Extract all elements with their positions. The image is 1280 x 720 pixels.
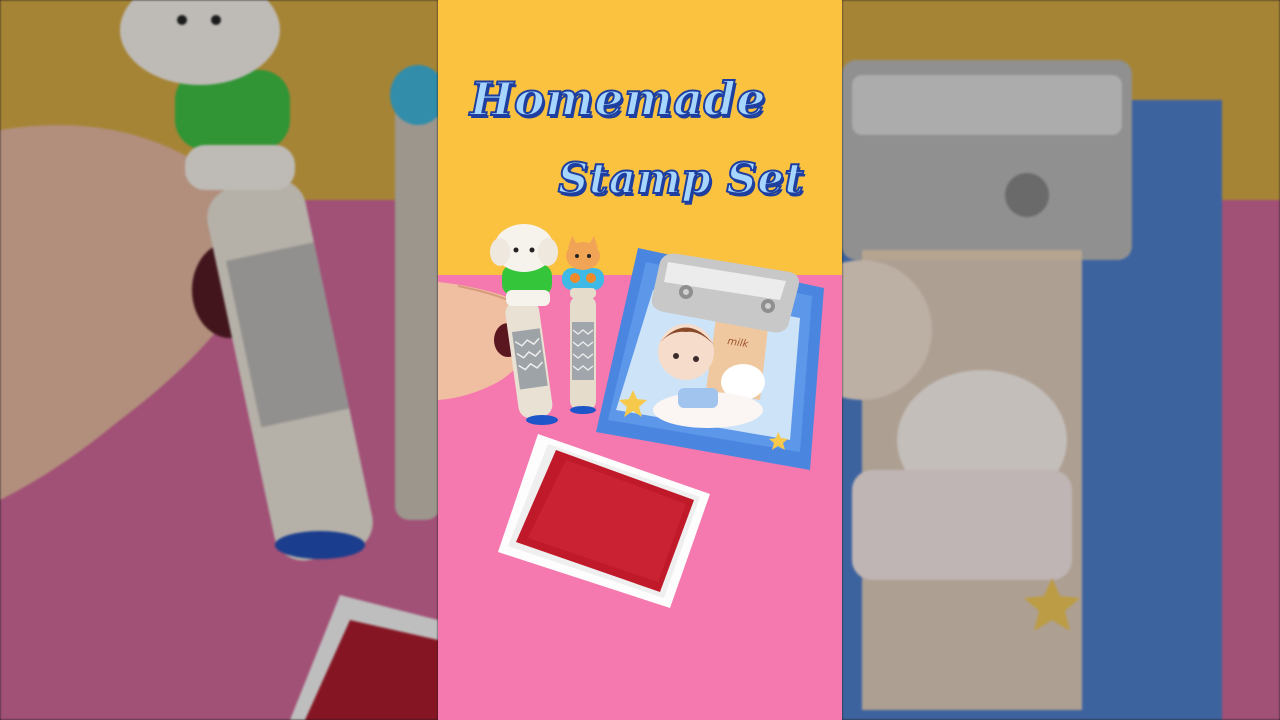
left-blurred-scene	[0, 0, 438, 720]
left-dog-eye	[211, 15, 221, 25]
right-clip-rivet	[1005, 173, 1049, 217]
left-dog-eye	[177, 15, 187, 25]
right-cup	[852, 470, 1072, 580]
cat-shirt	[562, 268, 604, 290]
caption-line-1: Homemade	[469, 71, 767, 127]
main-video-frame: milk Homemade Stamp Set	[438, 0, 842, 720]
left-stamp-base	[275, 531, 365, 559]
right-blurred-scene	[842, 60, 1222, 720]
left-blurred-background	[0, 0, 438, 720]
girl-face	[658, 324, 714, 380]
cat-stamp[interactable]	[562, 236, 604, 414]
left-second-stamp	[395, 80, 438, 520]
caption-line-2: Stamp Set	[557, 153, 805, 204]
left-dog-pants	[185, 145, 295, 190]
right-blurred-background	[842, 0, 1280, 720]
ink-pad-box	[498, 434, 710, 608]
left-stamp-pattern	[225, 242, 350, 428]
right-clip-highlight	[852, 75, 1122, 135]
